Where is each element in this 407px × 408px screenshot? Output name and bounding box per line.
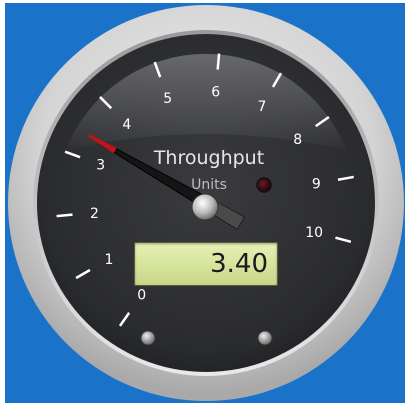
scale-label-8: 8 — [293, 132, 302, 148]
screw-left-icon — [140, 330, 156, 346]
indicator-lamp — [256, 177, 272, 193]
scale-label-1: 1 — [105, 252, 114, 268]
gauge-dial: 0 1 2 3 4 5 6 7 8 9 10 Throughput Units — [8, 5, 404, 401]
tick-mark-6 — [216, 53, 221, 70]
tick-mark-2 — [56, 213, 73, 218]
value-readout: 3.40 — [134, 242, 278, 286]
needle-hub — [191, 193, 219, 221]
scale-label-5: 5 — [163, 91, 172, 107]
scale-label-3: 3 — [96, 158, 105, 174]
gauge-widget: 0 1 2 3 4 5 6 7 8 9 10 Throughput Units … — [0, 0, 407, 408]
scale-label-10: 10 — [305, 225, 323, 241]
scale-label-9: 9 — [312, 177, 321, 193]
scale-label-6: 6 — [211, 84, 220, 100]
screw-right-icon — [257, 330, 273, 346]
scale-label-0: 0 — [137, 288, 146, 304]
scale-label-4: 4 — [122, 117, 131, 133]
gauge-title: Throughput — [153, 147, 264, 169]
scale-label-7: 7 — [258, 99, 267, 115]
gauge-units: Units — [191, 177, 227, 193]
scale-label-2: 2 — [90, 206, 99, 222]
